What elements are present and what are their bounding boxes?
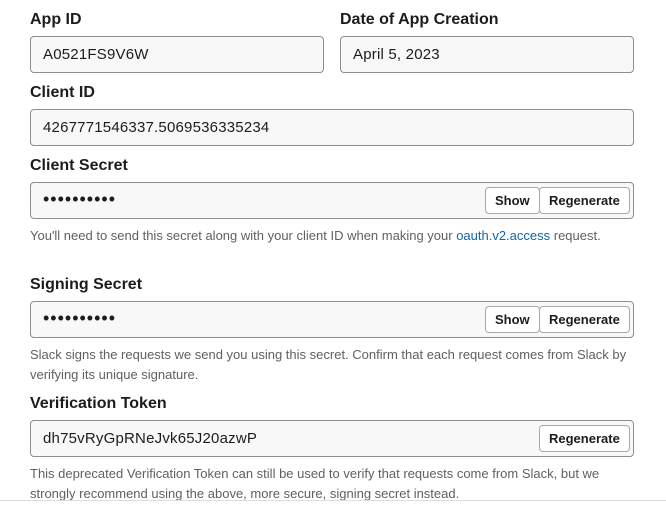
signing-secret-show-button[interactable]: Show — [485, 306, 540, 333]
client-secret-show-button[interactable]: Show — [485, 187, 540, 214]
verification-token-label: Verification Token — [30, 395, 167, 412]
app-id-label: App ID — [30, 11, 82, 28]
creation-date-label: Date of App Creation — [340, 11, 499, 28]
signing-secret-masked: •••••••••• — [43, 308, 117, 328]
app-id-field[interactable]: A0521FS9V6W — [30, 36, 324, 73]
client-secret-label: Client Secret — [30, 157, 128, 174]
verification-token-regenerate-button[interactable]: Regenerate — [539, 425, 630, 452]
signing-secret-help: Slack signs the requests we send you usi… — [30, 347, 627, 382]
client-id-value: 4267771546337.5069536335234 — [43, 119, 270, 136]
signing-secret-label: Signing Secret — [30, 276, 143, 293]
creation-date-field[interactable]: April 5, 2023 — [340, 36, 634, 73]
verification-token-value: dh75vRyGpRNeJvk65J20azwP — [43, 430, 258, 447]
signing-secret-field[interactable]: •••••••••• Show Regenerate — [30, 301, 634, 338]
verification-token-help: This deprecated Verification Token can s… — [30, 466, 600, 501]
divider — [0, 500, 666, 501]
verification-token-field[interactable]: dh75vRyGpRNeJvk65J20azwP Regenerate — [30, 420, 634, 457]
client-secret-masked: •••••••••• — [43, 189, 117, 209]
client-id-label: Client ID — [30, 84, 95, 101]
client-secret-help: You'll need to send this secret along wi… — [30, 226, 630, 246]
client-id-field[interactable]: 4267771546337.5069536335234 — [30, 109, 634, 146]
client-secret-regenerate-button[interactable]: Regenerate — [539, 187, 630, 214]
client-secret-help-text: You'll need to send this secret along wi… — [30, 228, 457, 243]
client-secret-help-text-end: request. — [550, 228, 601, 243]
oauth-link[interactable]: oauth.v2.access — [456, 228, 550, 243]
creation-date-value: April 5, 2023 — [353, 46, 440, 63]
app-id-value: A0521FS9V6W — [43, 46, 149, 63]
signing-secret-regenerate-button[interactable]: Regenerate — [539, 306, 630, 333]
client-secret-field[interactable]: •••••••••• Show Regenerate — [30, 182, 634, 219]
